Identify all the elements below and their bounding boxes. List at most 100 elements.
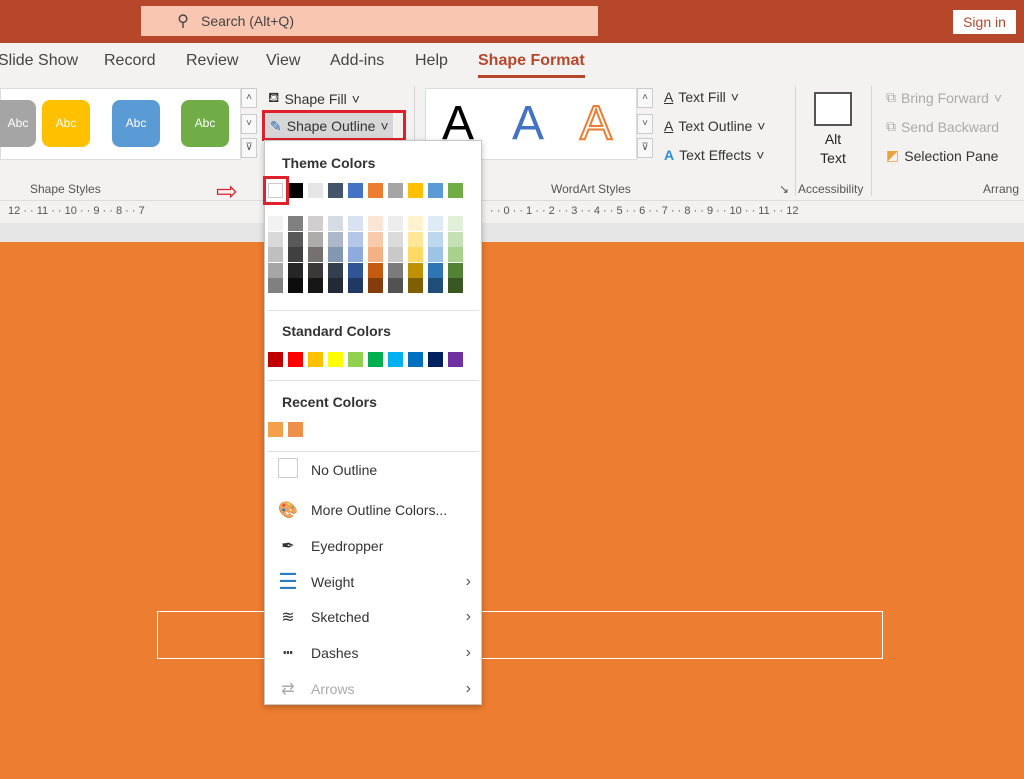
wordart-scroll-up[interactable]: ˄	[637, 88, 653, 108]
theme-tint-swatch[interactable]	[448, 231, 463, 247]
wordart-more[interactable]: ⊽	[637, 138, 653, 158]
shape-style-preset[interactable]: Abc	[0, 100, 36, 147]
theme-tint-swatch[interactable]	[308, 278, 323, 294]
theme-tint-swatch[interactable]	[388, 247, 403, 263]
theme-tint-swatch[interactable]	[428, 231, 443, 247]
theme-tint-swatch[interactable]	[368, 278, 383, 294]
theme-tint-swatch[interactable]	[288, 262, 303, 278]
theme-tint-swatch[interactable]	[328, 231, 343, 247]
theme-tint-swatch[interactable]	[328, 216, 343, 231]
theme-tint-swatch[interactable]	[428, 216, 443, 231]
theme-tint-swatch[interactable]	[348, 247, 363, 263]
theme-tint-swatch[interactable]	[348, 231, 363, 247]
tab-help[interactable]: Help	[415, 52, 448, 70]
theme-tint-swatch[interactable]	[268, 278, 283, 294]
shape-style-preset[interactable]: Abc	[112, 100, 160, 147]
menu-item-weight[interactable]: ☰ Weight ›	[265, 565, 481, 599]
theme-tint-swatch[interactable]	[268, 231, 283, 247]
gallery-scroll-up[interactable]: ˄	[241, 88, 257, 108]
theme-tint-swatch[interactable]	[388, 216, 403, 231]
theme-tint-swatch[interactable]	[308, 216, 323, 231]
theme-tint-swatch[interactable]	[448, 262, 463, 278]
standard-color-swatch[interactable]	[348, 352, 363, 367]
wordart-preset[interactable]: A	[512, 96, 544, 151]
theme-tint-swatch[interactable]	[368, 247, 383, 263]
theme-tint-swatch[interactable]	[328, 262, 343, 278]
theme-tint-swatch[interactable]	[348, 262, 363, 278]
shape-fill-button[interactable]: ⛾ Shape Fill ˅	[268, 89, 360, 108]
theme-tint-swatch[interactable]	[428, 278, 443, 294]
theme-color-swatch[interactable]	[308, 183, 323, 198]
tab-review[interactable]: Review	[186, 52, 238, 70]
menu-item-no-outline[interactable]: No Outline	[265, 453, 481, 487]
standard-color-swatch[interactable]	[388, 352, 403, 367]
theme-tint-swatch[interactable]	[308, 262, 323, 278]
theme-tint-swatch[interactable]	[428, 247, 443, 263]
theme-tint-swatch[interactable]	[408, 278, 423, 294]
theme-tint-swatch[interactable]	[448, 216, 463, 231]
dialog-launcher-icon[interactable]: ↘	[779, 182, 789, 196]
sign-in-button[interactable]: Sign in	[953, 10, 1016, 34]
standard-color-swatch[interactable]	[368, 352, 383, 367]
theme-tint-swatch[interactable]	[368, 262, 383, 278]
theme-tint-swatch[interactable]	[368, 231, 383, 247]
send-backward-button[interactable]: ⧉ Send Backward	[886, 118, 999, 135]
tab-add-ins[interactable]: Add-ins	[330, 52, 384, 70]
theme-color-swatch[interactable]	[288, 183, 303, 198]
menu-item-more-outline-colors[interactable]: 🎨 More Outline Colors...	[265, 493, 481, 527]
theme-color-swatch[interactable]	[408, 183, 423, 198]
theme-color-swatch[interactable]	[368, 183, 383, 198]
wordart-preset[interactable]: A	[579, 96, 613, 151]
theme-tint-swatch[interactable]	[408, 216, 423, 231]
theme-tint-swatch[interactable]	[448, 247, 463, 263]
theme-tint-swatch[interactable]	[408, 231, 423, 247]
selection-pane-button[interactable]: ◩ Selection Pane	[886, 147, 998, 164]
gallery-scroll-down[interactable]: ˅	[241, 114, 257, 134]
theme-tint-swatch[interactable]	[268, 216, 283, 231]
gallery-more[interactable]: ⊽	[241, 138, 257, 158]
standard-color-swatch[interactable]	[328, 352, 343, 367]
shape-style-preset[interactable]: Abc	[42, 100, 90, 147]
theme-tint-swatch[interactable]	[388, 278, 403, 294]
tab-view[interactable]: View	[266, 52, 300, 70]
recent-color-swatch[interactable]	[288, 422, 303, 437]
theme-tint-swatch[interactable]	[388, 231, 403, 247]
theme-tint-swatch[interactable]	[288, 216, 303, 231]
menu-item-dashes[interactable]: ┅ Dashes ›	[265, 636, 481, 670]
tab-shape-format[interactable]: Shape Format	[478, 52, 585, 70]
standard-color-swatch[interactable]	[408, 352, 423, 367]
theme-tint-swatch[interactable]	[388, 262, 403, 278]
theme-color-swatch[interactable]	[388, 183, 403, 198]
text-effects-button[interactable]: A Text Effects ˅	[664, 147, 764, 163]
theme-color-swatch[interactable]	[448, 183, 463, 198]
theme-tint-swatch[interactable]	[368, 216, 383, 231]
theme-tint-swatch[interactable]	[268, 262, 283, 278]
tab-slide-show[interactable]: Slide Show	[0, 52, 78, 70]
menu-item-eyedropper[interactable]: ✒ Eyedropper	[265, 529, 481, 563]
theme-tint-swatch[interactable]	[308, 231, 323, 247]
standard-color-swatch[interactable]	[308, 352, 323, 367]
theme-color-swatch[interactable]	[328, 183, 343, 198]
shape-style-preset[interactable]: Abc	[181, 100, 229, 147]
theme-tint-swatch[interactable]	[288, 247, 303, 263]
theme-tint-swatch[interactable]	[288, 231, 303, 247]
tab-record[interactable]: Record	[104, 52, 156, 70]
standard-color-swatch[interactable]	[288, 352, 303, 367]
menu-item-sketched[interactable]: ≋ Sketched ›	[265, 600, 481, 634]
standard-color-swatch[interactable]	[268, 352, 283, 367]
theme-tint-swatch[interactable]	[308, 247, 323, 263]
standard-color-swatch[interactable]	[448, 352, 463, 367]
search-box[interactable]: ⚲ Search (Alt+Q)	[141, 6, 598, 36]
theme-color-swatch[interactable]	[348, 183, 363, 198]
standard-color-swatch[interactable]	[428, 352, 443, 367]
wordart-scroll-down[interactable]: ˅	[637, 114, 653, 134]
alt-text-button[interactable]: Alt Text	[812, 130, 854, 168]
text-outline-button[interactable]: A Text Outline ˅	[664, 118, 765, 134]
menu-item-arrows[interactable]: ⇄ Arrows ›	[265, 672, 481, 706]
bring-forward-button[interactable]: ⧉ Bring Forward ˅	[886, 89, 1002, 106]
theme-tint-swatch[interactable]	[448, 278, 463, 294]
theme-tint-swatch[interactable]	[268, 247, 283, 263]
theme-tint-swatch[interactable]	[348, 278, 363, 294]
text-fill-button[interactable]: A Text Fill ˅	[664, 89, 739, 105]
theme-tint-swatch[interactable]	[348, 216, 363, 231]
